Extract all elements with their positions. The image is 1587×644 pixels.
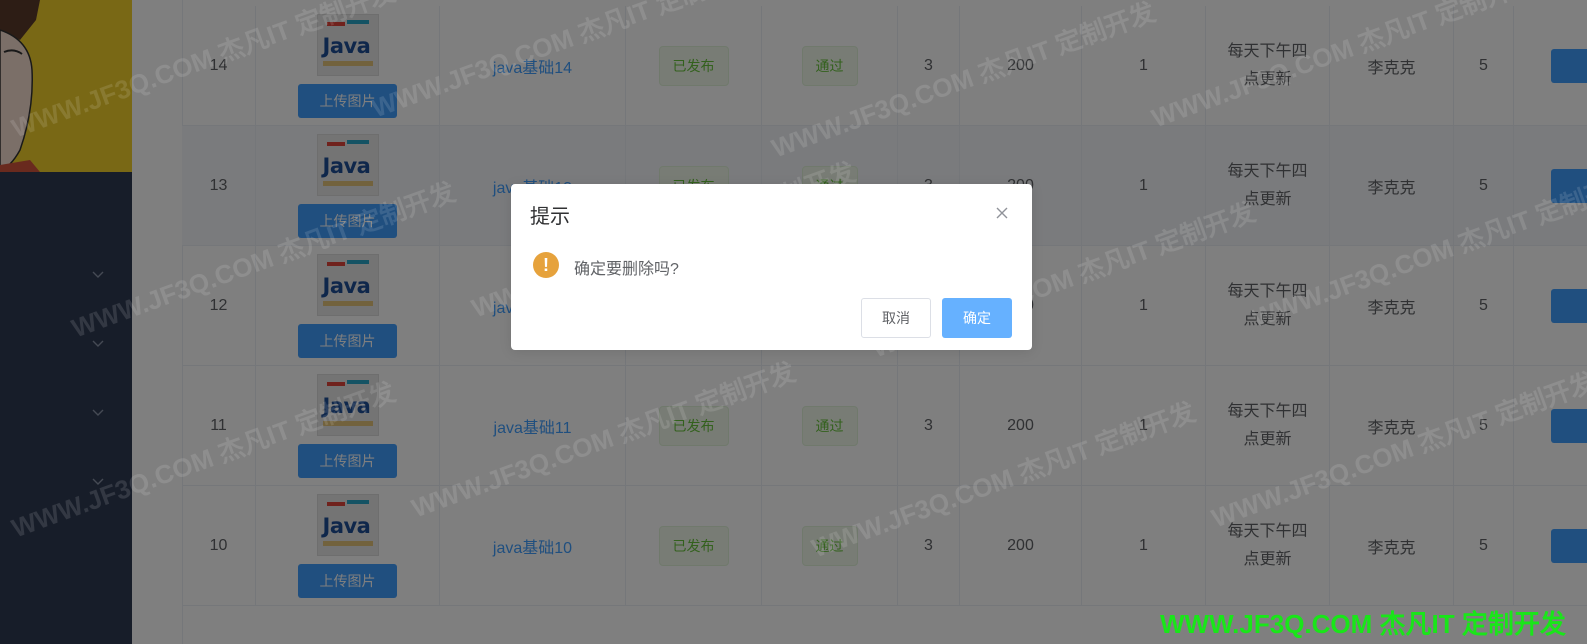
warning-icon: !	[533, 252, 559, 278]
cancel-button[interactable]: 取消	[861, 298, 931, 338]
dialog-title: 提示	[530, 206, 570, 228]
dialog-message: 确定要删除吗?	[574, 261, 679, 278]
confirm-button[interactable]: 确定	[942, 298, 1012, 338]
confirm-dialog: 提示 ! 确定要删除吗? 取消 确定	[511, 184, 1032, 350]
close-icon[interactable]	[993, 204, 1011, 222]
watermark-corner: WWW.JF3Q.COM 杰凡IT 定制开发	[1160, 609, 1566, 639]
